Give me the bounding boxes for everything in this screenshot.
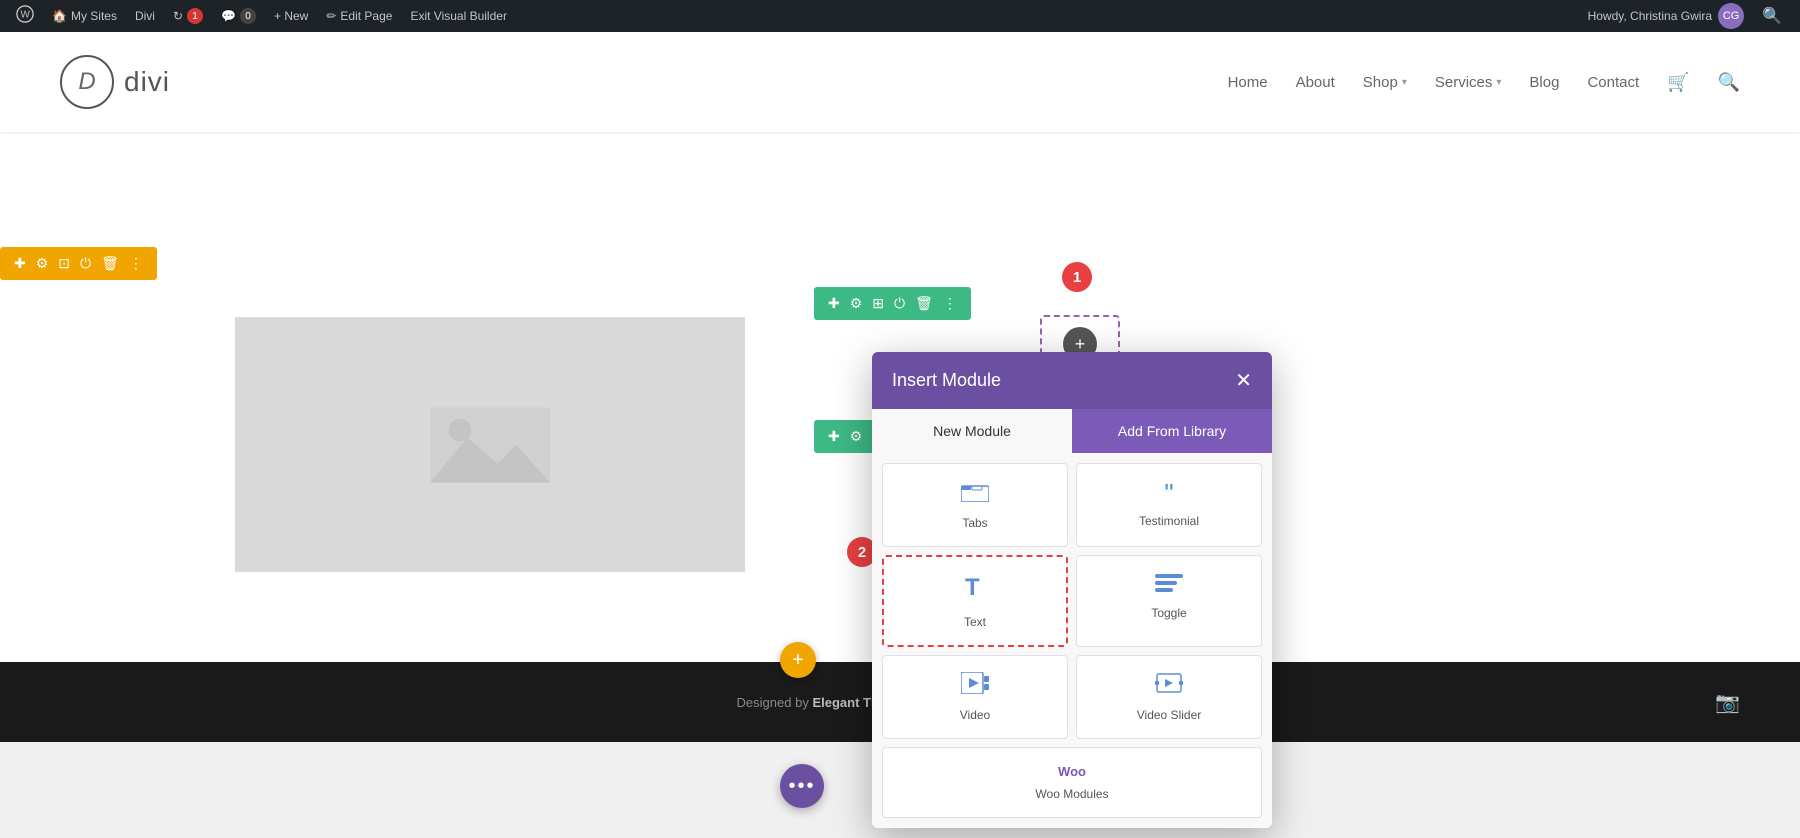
row2-settings-icon[interactable]: ⚙ — [846, 426, 867, 447]
nav-search-icon[interactable]: 🔍 — [1718, 72, 1740, 93]
module-toggle[interactable]: Toggle — [1076, 555, 1262, 647]
module-grid: Tabs " Testimonial T Text — [882, 463, 1262, 739]
divi-menu[interactable]: Divi — [127, 0, 163, 32]
section-delete-icon[interactable]: 🗑 — [97, 253, 123, 274]
video-module-icon — [961, 672, 989, 700]
logo-circle: D — [60, 55, 114, 109]
admin-search-button[interactable]: 🔍 — [1752, 0, 1792, 32]
nav-shop[interactable]: Shop ▾ — [1363, 74, 1407, 91]
nav-contact[interactable]: Contact — [1587, 74, 1639, 91]
wp-icon: W — [16, 5, 34, 28]
site-logo[interactable]: D divi — [60, 55, 170, 109]
module-tabs[interactable]: Tabs — [882, 463, 1068, 547]
toggle-module-label: Toggle — [1151, 606, 1186, 620]
text-module-label: Text — [964, 615, 986, 629]
nav-blog[interactable]: Blog — [1529, 74, 1559, 91]
row1-layout-icon[interactable]: ⊞ — [868, 293, 888, 314]
section-add-icon[interactable]: ✚ — [10, 253, 30, 274]
updates-menu[interactable]: ↻ 1 — [165, 0, 211, 32]
woo-module-label: Woo Modules — [1035, 787, 1108, 801]
services-chevron-icon: ▾ — [1496, 77, 1501, 88]
row1-add-icon[interactable]: ✚ — [824, 293, 844, 314]
svg-text:W: W — [21, 9, 31, 20]
module-text[interactable]: T Text — [882, 555, 1068, 647]
badge-1: 1 — [1062, 262, 1092, 292]
row2-add-icon[interactable]: ✚ — [824, 426, 844, 447]
user-greeting[interactable]: Howdy, Christina Gwira CG — [1580, 0, 1752, 32]
section-duplicate-icon[interactable]: ⊡ — [54, 253, 74, 274]
section-settings-icon[interactable]: ⚙ — [32, 253, 53, 274]
admin-bar: W 🏠 My Sites Divi ↻ 1 💬 0 + New ✏ Edit P… — [0, 0, 1800, 32]
logo-text: divi — [124, 66, 170, 98]
section-more-icon[interactable]: ⋮ — [125, 253, 147, 274]
video-module-label: Video — [960, 708, 990, 722]
video-slider-module-icon — [1155, 672, 1183, 700]
nav-services[interactable]: Services ▾ — [1435, 74, 1502, 91]
row1-delete-icon[interactable]: 🗑 — [911, 293, 937, 314]
add-section-button[interactable]: + — [780, 642, 816, 678]
image-placeholder — [235, 317, 745, 572]
updates-icon: ↻ — [173, 9, 183, 23]
module-video[interactable]: Video — [882, 655, 1068, 739]
instagram-icon[interactable]: 📷 — [1715, 690, 1740, 715]
row-toolbar-1: ✚ ⚙ ⊞ ⏻ 🗑 ⋮ — [814, 287, 971, 320]
row1-disable-icon[interactable]: ⏻ — [890, 293, 909, 314]
tabs-module-label: Tabs — [962, 516, 987, 530]
row-toolbar-2: ✚ ⚙ — [814, 420, 876, 453]
nav-home[interactable]: Home — [1228, 74, 1268, 91]
admin-bar-right: Howdy, Christina Gwira CG 🔍 — [1580, 0, 1792, 32]
nav-cart-icon[interactable]: 🛒 — [1667, 72, 1689, 93]
testimonial-module-label: Testimonial — [1139, 514, 1199, 528]
modal-header: Insert Module ✕ — [872, 352, 1272, 409]
text-module-icon: T — [963, 573, 987, 607]
site-header: D divi Home About Shop ▾ Services ▾ Blog… — [0, 32, 1800, 132]
edit-icon: ✏ — [326, 9, 336, 23]
modal-close-button[interactable]: ✕ — [1235, 371, 1252, 391]
tab-add-from-library[interactable]: Add From Library — [1072, 409, 1272, 453]
comments-icon: 💬 — [221, 9, 236, 23]
video-slider-module-label: Video Slider — [1137, 708, 1202, 722]
tab-new-module[interactable]: New Module — [872, 409, 1072, 453]
main-nav: Home About Shop ▾ Services ▾ Blog Contac… — [1228, 72, 1740, 93]
bottom-fab-button[interactable]: ••• — [780, 764, 824, 808]
edit-page-button[interactable]: ✏ Edit Page — [318, 0, 400, 32]
module-video-slider[interactable]: Video Slider — [1076, 655, 1262, 739]
svg-text:T: T — [965, 574, 980, 601]
user-avatar: CG — [1718, 3, 1744, 29]
tabs-module-icon — [961, 480, 989, 508]
modal-body: Tabs " Testimonial T Text — [872, 453, 1272, 828]
exit-builder-button[interactable]: Exit Visual Builder — [402, 0, 515, 32]
nav-about[interactable]: About — [1296, 74, 1335, 91]
my-sites-menu[interactable]: 🏠 My Sites — [44, 0, 125, 32]
wp-logo[interactable]: W — [8, 0, 42, 32]
modal-tabs: New Module Add From Library — [872, 409, 1272, 453]
row1-settings-icon[interactable]: ⚙ — [846, 293, 867, 314]
shop-chevron-icon: ▾ — [1402, 77, 1407, 88]
toggle-module-icon — [1155, 572, 1183, 598]
section-disable-icon[interactable]: ⏻ — [76, 253, 95, 274]
module-woo[interactable]: Woo Woo Modules — [882, 747, 1262, 818]
module-testimonial[interactable]: " Testimonial — [1076, 463, 1262, 547]
testimonial-module-icon: " — [1164, 480, 1173, 506]
page-area: ✚ ⚙ ⊡ ⏻ 🗑 ⋮ ✚ ⚙ ⊞ ⏻ 🗑 ⋮ ✚ ⚙ 1 2 + — [0, 132, 1800, 662]
woo-module-icon: Woo — [1058, 764, 1086, 779]
sites-icon: 🏠 — [52, 9, 67, 23]
section-toolbar: ✚ ⚙ ⊡ ⏻ 🗑 ⋮ — [0, 247, 157, 280]
new-content-menu[interactable]: + New — [266, 0, 316, 32]
insert-module-modal: Insert Module ✕ New Module Add From Libr… — [872, 352, 1272, 828]
modal-title: Insert Module — [892, 370, 1001, 391]
row1-more-icon[interactable]: ⋮ — [939, 293, 961, 314]
comments-menu[interactable]: 💬 0 — [213, 0, 264, 32]
